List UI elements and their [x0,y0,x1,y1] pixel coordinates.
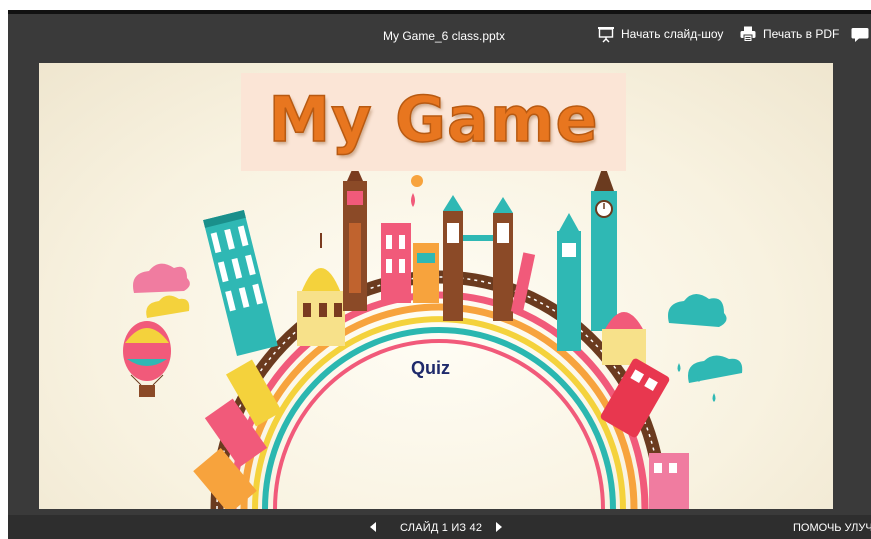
next-slide-button[interactable] [494,521,504,536]
previous-slide-button[interactable] [368,521,378,536]
start-slideshow-button[interactable]: Начать слайд-шоу [597,25,723,43]
slide-subtitle: Quiz [411,358,450,378]
printer-icon [739,25,757,43]
print-pdf-button[interactable]: Печать в PDF [739,25,839,43]
document-title: My Game_6 class.pptx [383,29,506,43]
viewer-bottom-bar: СЛАЙД 1 ИЗ 42 ПОМОЧЬ УЛУЧШ [8,515,871,539]
print-pdf-label: Печать в PDF [763,27,840,41]
comment-icon [851,27,869,43]
help-improve-link[interactable]: ПОМОЧЬ УЛУЧШ [793,522,871,534]
triangle-right-icon [496,522,502,532]
slide-canvas: My Game Quiz [39,63,833,509]
presentation-screen-icon [597,25,615,43]
triangle-left-icon [370,522,376,532]
comment-button[interactable] [851,27,869,43]
presentation-viewer: My Game_6 class.pptx Начать слайд-шоу Пе… [8,10,871,539]
start-slideshow-label: Начать слайд-шоу [621,27,724,41]
slide-title: My Game [268,82,599,157]
slide-counter: СЛАЙД 1 ИЗ 42 [400,522,483,534]
viewer-toolbar: My Game_6 class.pptx Начать слайд-шоу Пе… [8,14,871,58]
page-top-strip [0,0,871,10]
